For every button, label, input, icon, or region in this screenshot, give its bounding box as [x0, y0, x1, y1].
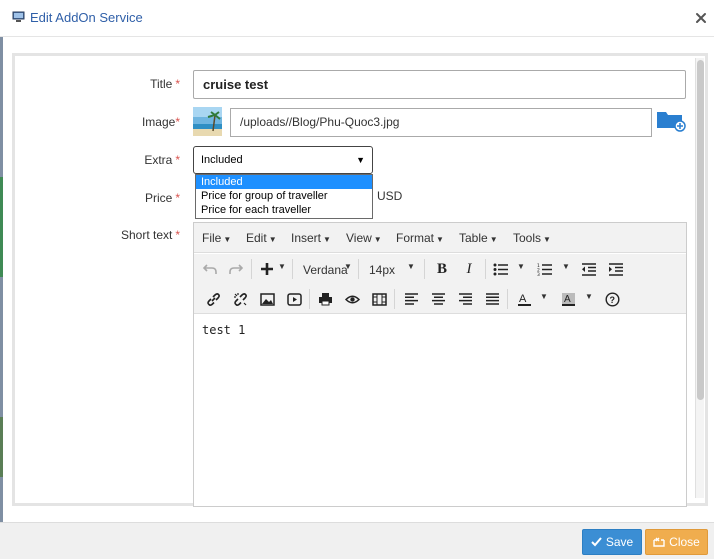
numbered-list-icon[interactable]: 123: [534, 259, 556, 279]
folder-add-icon[interactable]: [656, 108, 686, 132]
help-icon[interactable]: ?: [601, 289, 623, 309]
align-right-icon[interactable]: [454, 289, 476, 309]
svg-text:?: ?: [609, 295, 615, 305]
close-button[interactable]: Close: [645, 529, 708, 555]
image-thumbnail: [193, 107, 222, 136]
editor-toolbar-row-2: A ▼ A ▼ ?: [194, 284, 686, 314]
price-label: Price *: [144, 191, 180, 205]
font-size-caret-icon[interactable]: ▼: [407, 262, 415, 271]
menu-format[interactable]: Format ▼: [396, 231, 444, 245]
rich-text-editor: File ▼ Edit ▼ Insert ▼ View ▼ Format ▼ Table ▼…: [193, 222, 687, 507]
title-label: Title *: [150, 77, 180, 91]
template-icon[interactable]: [368, 289, 390, 309]
background-color-icon[interactable]: A: [557, 289, 579, 309]
svg-text:A: A: [519, 293, 527, 305]
menu-tools[interactable]: Tools ▼: [513, 231, 551, 245]
extra-select-value: Included: [201, 154, 243, 166]
align-center-icon[interactable]: [427, 289, 449, 309]
editor-menubar: File ▼ Edit ▼ Insert ▼ View ▼ Format ▼ Table ▼…: [194, 223, 686, 253]
insert-plus-icon[interactable]: [256, 259, 278, 279]
close-button-label: Close: [669, 535, 700, 549]
editor-toolbar-row-1: ▼ Verdana ▼ 14px ▼ B I ▼ 123 ▼: [194, 254, 686, 284]
extra-label: Extra *: [144, 153, 180, 167]
vertical-scrollbar[interactable]: [695, 58, 704, 498]
title-input[interactable]: cruise test: [193, 70, 686, 99]
font-family-select[interactable]: Verdana: [303, 263, 348, 277]
menu-insert[interactable]: Insert ▼: [291, 231, 331, 245]
menu-view[interactable]: View ▼: [346, 231, 382, 245]
extra-option-group[interactable]: Price for group of traveller: [196, 189, 372, 203]
menu-edit[interactable]: Edit ▼: [246, 231, 277, 245]
close-window-icon: [653, 537, 665, 547]
unlink-icon[interactable]: [229, 289, 251, 309]
align-justify-icon[interactable]: [481, 289, 503, 309]
extra-option-each[interactable]: Price for each traveller: [196, 203, 372, 217]
font-size-select[interactable]: 14px: [369, 263, 395, 277]
background-color-caret-icon[interactable]: ▼: [585, 292, 593, 301]
menu-file[interactable]: File ▼: [202, 231, 231, 245]
media-icon[interactable]: [283, 289, 305, 309]
redo-icon[interactable]: [225, 259, 247, 279]
dialog-title: Edit AddOn Service: [30, 10, 143, 25]
dialog-header: Edit AddOn Service: [0, 0, 714, 37]
font-family-caret-icon[interactable]: ▼: [344, 262, 352, 271]
caret-down-icon: ▼: [356, 155, 365, 165]
bullet-list-caret-icon[interactable]: ▼: [517, 262, 525, 271]
save-button-label: Save: [605, 535, 634, 549]
extra-select[interactable]: Included ▼: [193, 146, 373, 174]
monitor-icon: [12, 11, 25, 22]
print-icon[interactable]: [314, 289, 336, 309]
align-left-icon[interactable]: [400, 289, 422, 309]
short-text-label: Short text *: [120, 228, 180, 242]
check-icon: [591, 537, 602, 547]
text-color-icon[interactable]: A: [513, 289, 535, 309]
editor-content[interactable]: test 1: [202, 323, 245, 337]
bold-icon[interactable]: B: [431, 259, 453, 279]
indent-icon[interactable]: [605, 259, 627, 279]
svg-text:A: A: [564, 294, 571, 305]
svg-text:3: 3: [537, 272, 540, 276]
extra-option-included[interactable]: Included: [196, 175, 372, 189]
outdent-icon[interactable]: [578, 259, 600, 279]
image-path-input[interactable]: /uploads//Blog/Phu-Quoc3.jpg: [230, 108, 652, 137]
scrollbar-thumb[interactable]: [697, 60, 704, 400]
image-icon[interactable]: [256, 289, 278, 309]
text-color-caret-icon[interactable]: ▼: [540, 292, 548, 301]
numbered-list-caret-icon[interactable]: ▼: [562, 262, 570, 271]
insert-caret-icon[interactable]: ▼: [278, 262, 286, 271]
price-currency: USD: [377, 189, 403, 203]
extra-dropdown: Included Price for group of traveller Pr…: [195, 174, 373, 219]
preview-icon[interactable]: [341, 289, 363, 309]
bullet-list-icon[interactable]: [490, 259, 512, 279]
undo-icon[interactable]: [199, 259, 221, 279]
menu-table[interactable]: Table ▼: [459, 231, 498, 245]
italic-icon[interactable]: I: [458, 259, 480, 279]
image-label: Image*: [141, 115, 180, 129]
save-button[interactable]: Save: [582, 529, 642, 555]
link-icon[interactable]: [202, 289, 224, 309]
close-icon[interactable]: [694, 11, 708, 25]
background-strip: [0, 37, 3, 522]
